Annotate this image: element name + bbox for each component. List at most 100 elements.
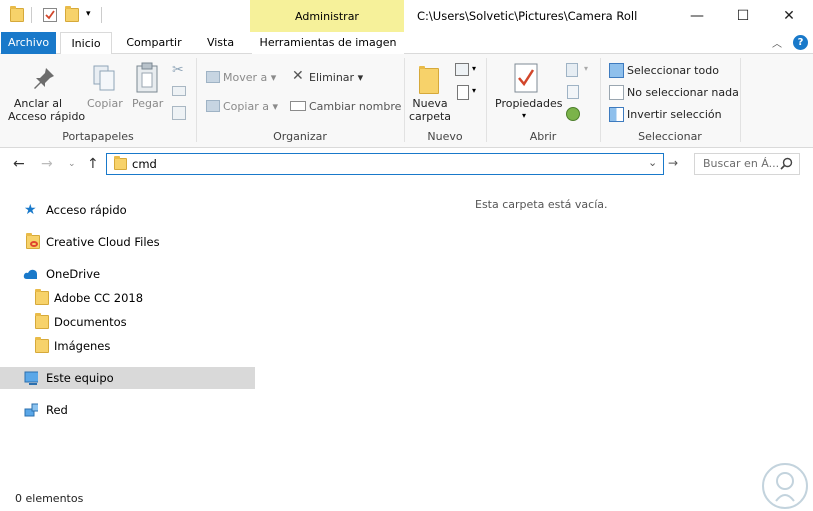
rename-button[interactable]: Cambiar nombre xyxy=(309,100,401,113)
copy-button[interactable]: Copiar xyxy=(87,97,123,110)
pin-label-line-1: Anclar al xyxy=(13,97,63,110)
nav-onedrive[interactable]: OneDrive xyxy=(0,263,255,285)
maximize-button[interactable]: ☐ xyxy=(720,0,766,32)
copy-to-icon xyxy=(206,100,220,112)
delete-icon: ✕ xyxy=(292,68,304,84)
invert-selection-button[interactable]: Invertir selección xyxy=(627,108,722,121)
move-to-button[interactable]: Mover a ▾ xyxy=(223,71,276,84)
address-path: cmd xyxy=(132,157,157,171)
move-to-icon xyxy=(206,71,220,83)
tab-inicio[interactable]: Inicio xyxy=(60,32,112,55)
nav-label: Acceso rápido xyxy=(46,203,127,217)
recent-locations-icon[interactable]: ⌄ xyxy=(68,159,76,169)
nav-label: Imágenes xyxy=(54,339,111,353)
quick-access-star-icon: ★ xyxy=(24,202,37,218)
computer-icon xyxy=(24,371,38,385)
tab-compartir[interactable]: Compartir xyxy=(119,32,189,54)
properties-quick-icon[interactable] xyxy=(43,8,57,22)
group-abrir: Abrir xyxy=(529,130,557,143)
paste-shortcut-icon[interactable] xyxy=(172,106,186,120)
divider xyxy=(101,7,102,23)
new-folder-label-1: Nueva xyxy=(412,97,448,110)
delete-button[interactable]: Eliminar ▾ xyxy=(309,71,363,84)
invert-selection-icon xyxy=(609,107,624,122)
group-portapapeles: Portapapeles xyxy=(62,130,134,143)
divider xyxy=(31,7,32,23)
collapse-ribbon-icon[interactable]: ︿ xyxy=(772,35,782,50)
ribbon: Anclar al Acceso rápido Copiar Pegar ✂ P… xyxy=(0,54,813,148)
nav-label: Adobe CC 2018 xyxy=(54,291,144,305)
new-item-dropdown-icon[interactable]: ▾ xyxy=(472,64,476,73)
nav-label: Este equipo xyxy=(46,371,114,385)
forward-icon[interactable]: → xyxy=(41,156,53,172)
cut-icon[interactable]: ✂ xyxy=(172,62,184,78)
easy-access-icon[interactable] xyxy=(457,85,469,100)
customize-quick-access-icon[interactable]: ▾ xyxy=(86,9,91,19)
copy-to-label: Copiar a xyxy=(223,100,269,113)
address-dropdown-icon[interactable]: ⌄ xyxy=(648,156,657,169)
tab-vista[interactable]: Vista xyxy=(198,32,243,54)
tab-archivo[interactable]: Archivo xyxy=(1,32,56,54)
nav-creative-cloud[interactable]: Creative Cloud Files xyxy=(0,231,255,253)
open-icon[interactable] xyxy=(566,63,578,77)
history-icon[interactable] xyxy=(566,107,580,121)
context-tab-administrar[interactable]: Administrar xyxy=(250,0,404,32)
new-folder-button[interactable]: Nueva carpeta xyxy=(408,97,452,123)
address-bar[interactable]: ⌄ xyxy=(106,153,664,175)
open-dropdown-icon[interactable]: ▾ xyxy=(584,64,588,73)
delete-label: Eliminar xyxy=(309,71,355,84)
window-title: C:\Users\Solvetic\Pictures\Camera Roll xyxy=(417,9,638,23)
minimize-button[interactable]: — xyxy=(674,0,720,32)
group-seleccionar: Seleccionar xyxy=(638,130,702,143)
nav-label: Documentos xyxy=(54,315,127,329)
search-placeholder: Buscar en Á... xyxy=(703,157,780,170)
nav-label: Creative Cloud Files xyxy=(46,235,160,249)
properties-dropdown-icon[interactable]: ▾ xyxy=(522,111,526,120)
move-to-label: Mover a xyxy=(223,71,268,84)
new-folder-label-2: carpeta xyxy=(408,110,452,123)
close-button[interactable]: ✕ xyxy=(766,0,812,32)
properties-icon xyxy=(514,63,538,93)
copy-to-button[interactable]: Copiar a ▾ xyxy=(223,100,278,113)
folder-icon xyxy=(10,6,24,22)
nav-label: Red xyxy=(46,403,68,417)
folder-icon xyxy=(35,313,49,329)
properties-button[interactable]: Propiedades xyxy=(495,97,562,110)
ribbon-tabs: Archivo Inicio Compartir Vista Herramien… xyxy=(0,32,813,55)
search-icon[interactable] xyxy=(780,157,793,170)
select-all-button[interactable]: Seleccionar todo xyxy=(627,64,719,77)
nav-red[interactable]: Red xyxy=(0,399,255,421)
select-none-button[interactable]: No seleccionar nada xyxy=(627,86,739,99)
onedrive-cloud-icon xyxy=(23,269,37,279)
watermark-logo-icon xyxy=(762,463,808,509)
nav-este-equipo[interactable]: Este equipo xyxy=(0,367,255,389)
group-organizar: Organizar xyxy=(273,130,327,143)
go-arrow-icon[interactable]: → xyxy=(668,156,678,170)
nav-label: OneDrive xyxy=(46,267,101,281)
paste-button[interactable]: Pegar xyxy=(132,97,163,110)
tab-herramientas-de-imagen[interactable]: Herramientas de imagen xyxy=(252,32,404,54)
folder-icon xyxy=(35,289,49,305)
nav-quick-access[interactable]: ★ Acceso rápido xyxy=(0,199,255,221)
copy-icon xyxy=(93,65,115,91)
rename-icon xyxy=(290,101,306,111)
pin-icon xyxy=(34,68,54,89)
copy-path-icon[interactable] xyxy=(172,86,186,96)
folder-icon xyxy=(35,337,49,353)
new-folder-quick-icon[interactable] xyxy=(65,6,79,22)
back-icon[interactable]: ← xyxy=(13,156,25,172)
new-item-icon[interactable] xyxy=(455,63,469,76)
nav-adobe-cc[interactable]: Adobe CC 2018 xyxy=(0,287,255,309)
new-folder-icon xyxy=(419,66,439,94)
nav-imagenes[interactable]: Imágenes xyxy=(0,335,255,357)
edit-icon[interactable] xyxy=(567,85,579,99)
empty-folder-message: Esta carpeta está vacía. xyxy=(475,198,608,211)
help-icon[interactable]: ? xyxy=(793,35,808,50)
network-icon xyxy=(24,403,38,417)
nav-documentos[interactable]: Documentos xyxy=(0,311,255,333)
pin-quick-access-button[interactable]: Anclar al Acceso rápido xyxy=(8,97,85,123)
up-icon[interactable]: ↑ xyxy=(87,156,99,172)
easy-access-dropdown-icon[interactable]: ▾ xyxy=(472,86,476,95)
creative-cloud-folder-icon xyxy=(26,233,40,249)
status-item-count: 0 elementos xyxy=(15,492,84,505)
